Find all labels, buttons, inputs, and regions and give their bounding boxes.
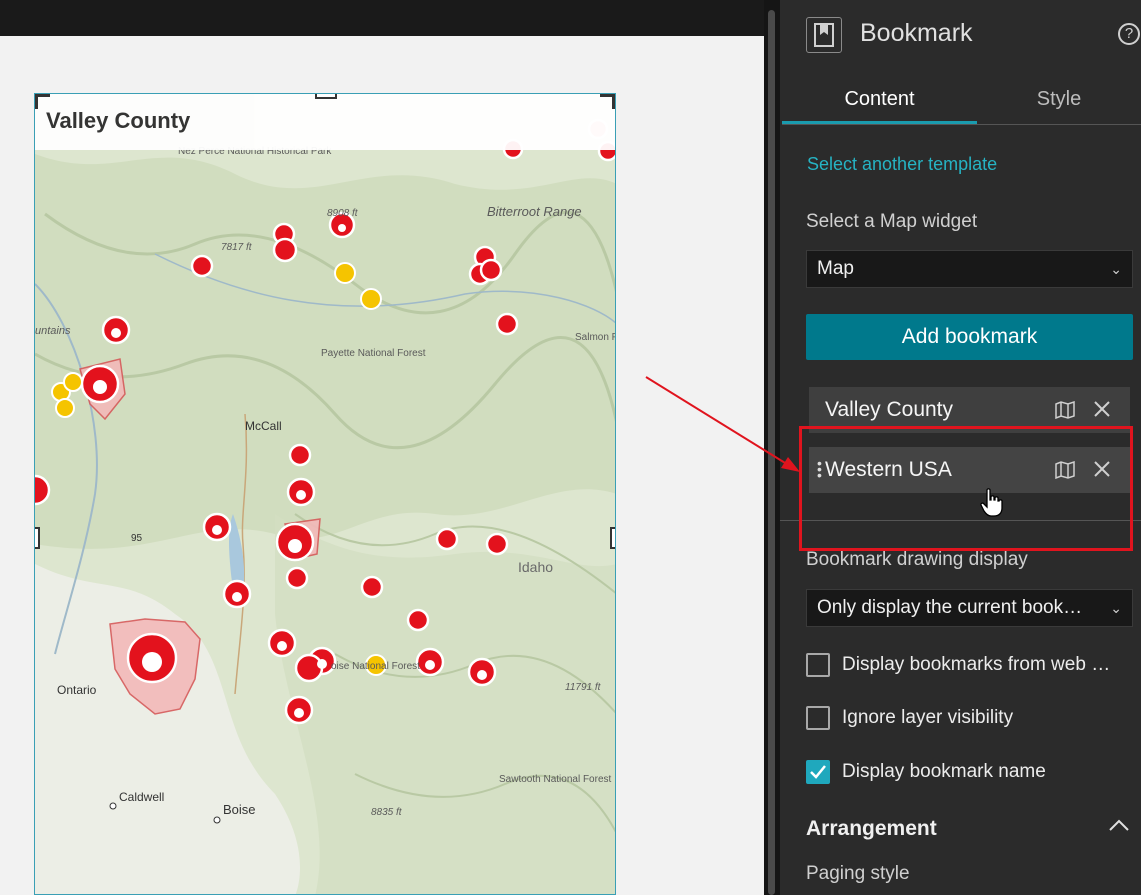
select-template-link[interactable]: Select another template <box>807 154 997 175</box>
checkbox-label: Display bookmarks from web … <box>842 654 1111 675</box>
map-title-bar: Valley County <box>35 94 615 150</box>
resize-handle-top-left[interactable] <box>35 94 50 109</box>
checkbox-checked[interactable] <box>806 760 830 784</box>
annotation-highlight-box <box>799 426 1133 551</box>
map-widget-select[interactable]: Map ⌄ <box>806 250 1133 288</box>
chevron-up-icon[interactable] <box>1108 818 1130 837</box>
panel-divider <box>764 0 780 895</box>
drawing-display-select[interactable]: Only display the current book… ⌄ <box>806 589 1133 627</box>
map-icon[interactable] <box>1055 400 1075 425</box>
map-widget-label: Select a Map widget <box>806 211 978 232</box>
map-label-idaho: Idaho <box>518 559 553 575</box>
map-label-mccall: McCall <box>245 419 282 433</box>
top-toolbar <box>0 0 770 36</box>
map-label-boise: Boise <box>223 802 256 817</box>
bookmark-name: Valley County <box>825 398 954 421</box>
resize-handle-top-right[interactable] <box>600 94 615 109</box>
map-canvas[interactable]: Nez Perce National Historical Park Bitte… <box>35 94 616 895</box>
drawing-display-label: Bookmark drawing display <box>806 549 1028 570</box>
map-widget[interactable]: Nez Perce National Historical Park Bitte… <box>34 93 616 895</box>
map-label-elevation-3: 11791 ft <box>565 682 602 693</box>
map-label-elevation-2: 7817 ft <box>221 242 253 253</box>
add-bookmark-button[interactable]: Add bookmark <box>806 314 1133 360</box>
map-label-payette: Payette National Forest <box>321 348 426 359</box>
help-icon[interactable]: ? <box>1118 23 1140 45</box>
chevron-down-icon: ⌄ <box>1110 600 1122 616</box>
resize-handle-left[interactable] <box>35 527 40 549</box>
map-label-elevation-1: 8908 ft <box>327 208 359 219</box>
map-widget-select-value: Map <box>817 258 854 279</box>
scrollbar[interactable] <box>768 10 775 895</box>
drawing-display-value: Only display the current book… <box>817 597 1083 618</box>
resize-handle-right[interactable] <box>610 527 615 549</box>
checkbox[interactable] <box>806 653 830 677</box>
tab-style[interactable]: Style <box>977 76 1141 124</box>
map-label-elevation-4: 8835 ft <box>371 807 403 818</box>
checkbox[interactable] <box>806 706 830 730</box>
panel-title: Bookmark <box>860 19 973 47</box>
tab-content[interactable]: Content <box>782 76 977 124</box>
arrangement-section-title[interactable]: Arrangement <box>806 817 937 841</box>
map-label-salmon: Salmon Fo <box>575 332 616 343</box>
close-icon[interactable] <box>1093 400 1111 424</box>
bookmark-icon <box>806 17 842 53</box>
panel-tabs: Content Style <box>782 76 1141 125</box>
hand-cursor-icon <box>980 488 1003 517</box>
map-label-caldwell: Caldwell <box>119 790 164 804</box>
checkbox-label: Ignore layer visibility <box>842 707 1014 728</box>
map-label-highway: 95 <box>131 533 143 544</box>
map-label-ontario: Ontario <box>57 683 97 697</box>
map-title: Valley County <box>46 108 191 133</box>
map-label-bitterroot: Bitterroot Range <box>487 204 582 219</box>
map-label-mountains: untains <box>35 325 71 337</box>
resize-handle-top[interactable] <box>315 94 337 99</box>
map-label-sawtooth: Sawtooth National Forest <box>499 774 612 785</box>
paging-style-label: Paging style <box>806 863 910 884</box>
map-label-boise-nf: oise National Forest <box>331 661 420 672</box>
checkbox-label: Display bookmark name <box>842 761 1046 782</box>
panel-header: Bookmark ? <box>780 0 1141 70</box>
chevron-down-icon: ⌄ <box>1110 261 1122 277</box>
